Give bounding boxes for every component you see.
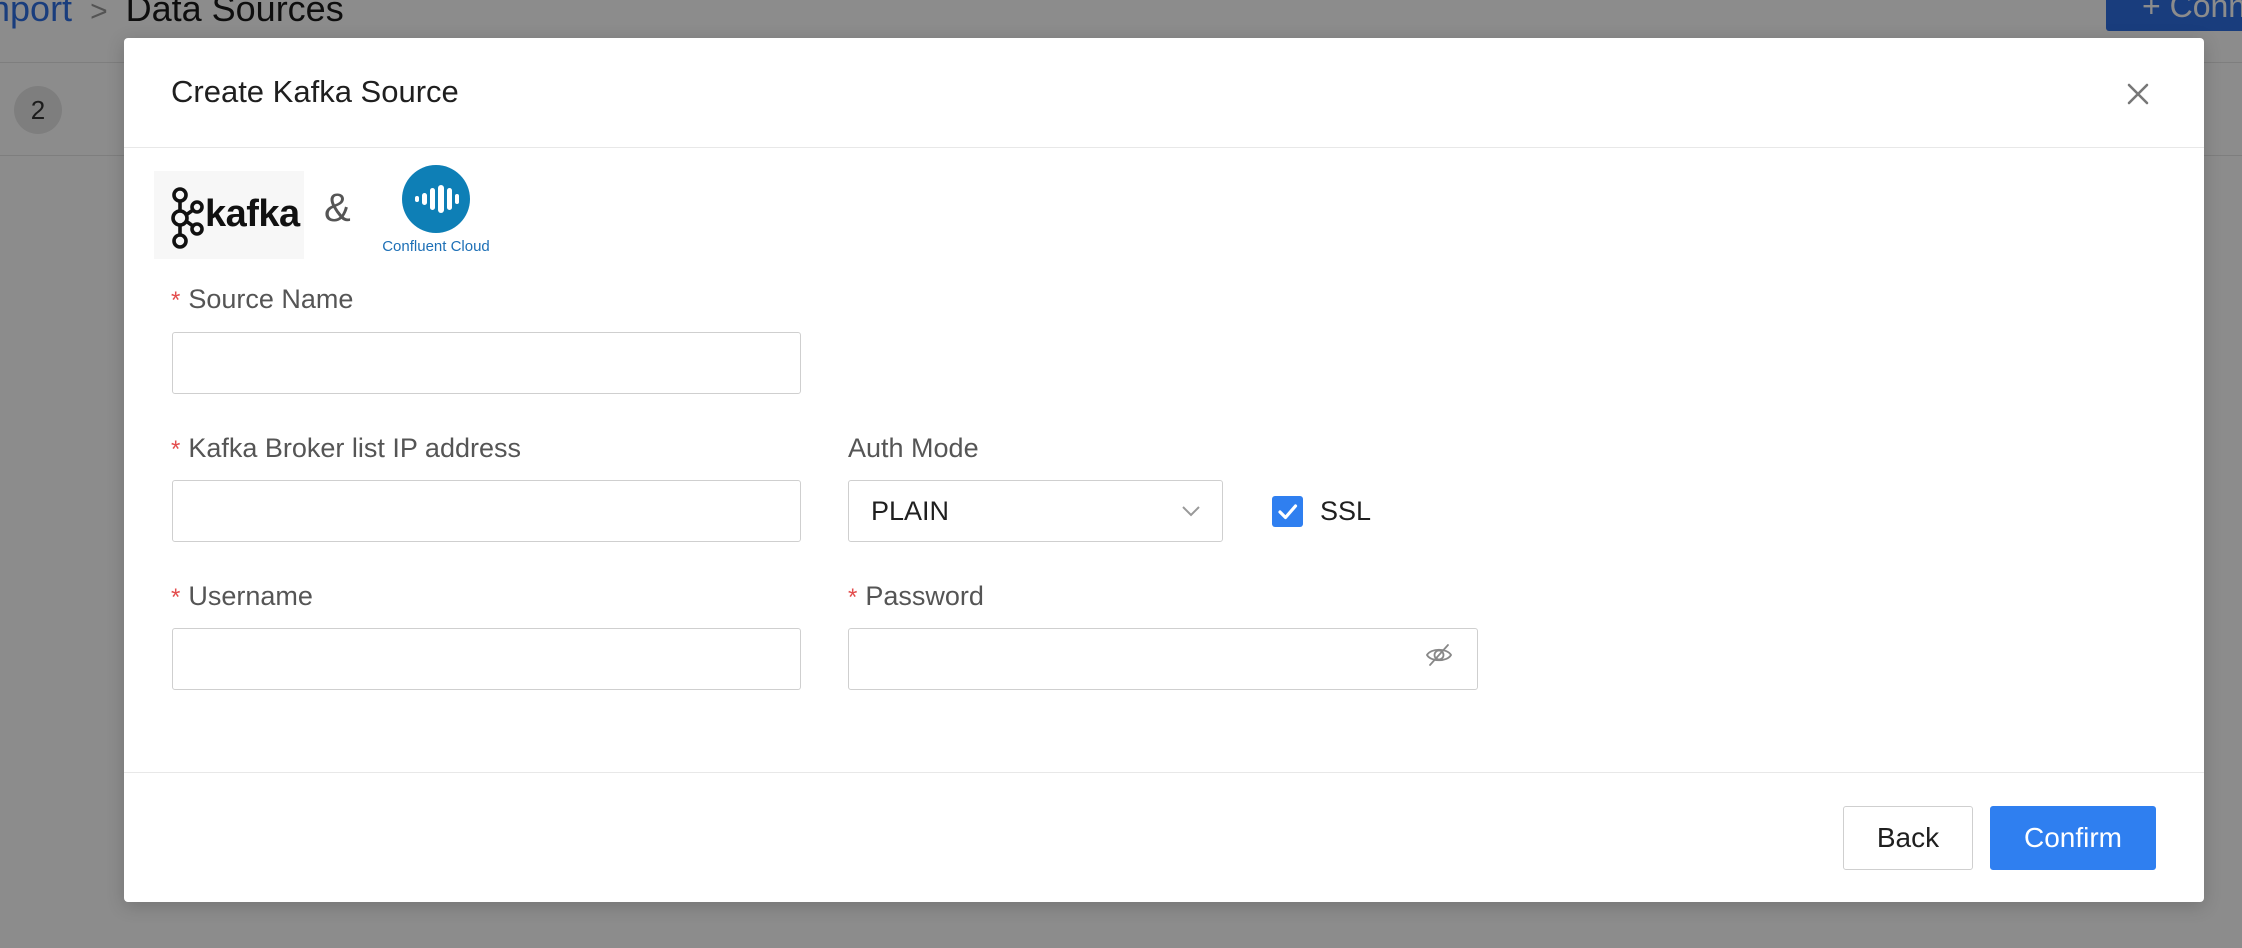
logo-ampersand: & [324,186,351,230]
create-kafka-source-dialog: Create Kafka Source kafka & Confluent Cl… [124,38,2204,902]
required-marker: * [848,584,858,611]
ssl-label[interactable]: SSL [1320,496,1371,527]
broker-list-label-text: Kafka Broker list IP address [188,433,521,463]
auth-mode-value: PLAIN [871,496,950,526]
username-label: * Username [171,581,313,612]
username-label-text: Username [188,581,313,611]
password-label-text: Password [865,581,984,611]
checkmark-icon [1278,504,1298,520]
username-input[interactable] [172,628,801,690]
kafka-logo: kafka [154,171,304,259]
dialog-title: Create Kafka Source [171,74,459,109]
kafka-logo-text: kafka [205,193,300,235]
required-marker: * [171,584,181,611]
ssl-checkbox[interactable] [1272,496,1303,527]
source-name-label-text: Source Name [188,284,354,314]
confluent-cloud-logo: Confluent Cloud [372,164,500,260]
required-marker: * [171,287,181,314]
dialog-header: Create Kafka Source [124,38,2204,148]
kafka-logo-icon [171,187,204,249]
source-name-label: * Source Name [171,284,353,315]
password-label: * Password [848,581,984,612]
broker-list-label: * Kafka Broker list IP address [171,433,521,464]
password-input[interactable] [848,628,1478,690]
dialog-footer-divider [124,772,2204,773]
back-button[interactable]: Back [1843,806,1973,870]
source-name-input[interactable] [172,332,801,394]
required-marker: * [171,436,181,463]
eye-off-icon[interactable] [1424,640,1454,670]
confluent-logo-icon [402,165,470,233]
auth-mode-select[interactable]: PLAIN [848,480,1223,542]
close-icon[interactable] [2122,78,2154,110]
auth-mode-label: Auth Mode [848,433,979,463]
chevron-down-icon [1182,506,1200,517]
confluent-logo-text: Confluent Cloud [382,238,490,255]
confirm-button[interactable]: Confirm [1990,806,2156,870]
broker-list-input[interactable] [172,480,801,542]
